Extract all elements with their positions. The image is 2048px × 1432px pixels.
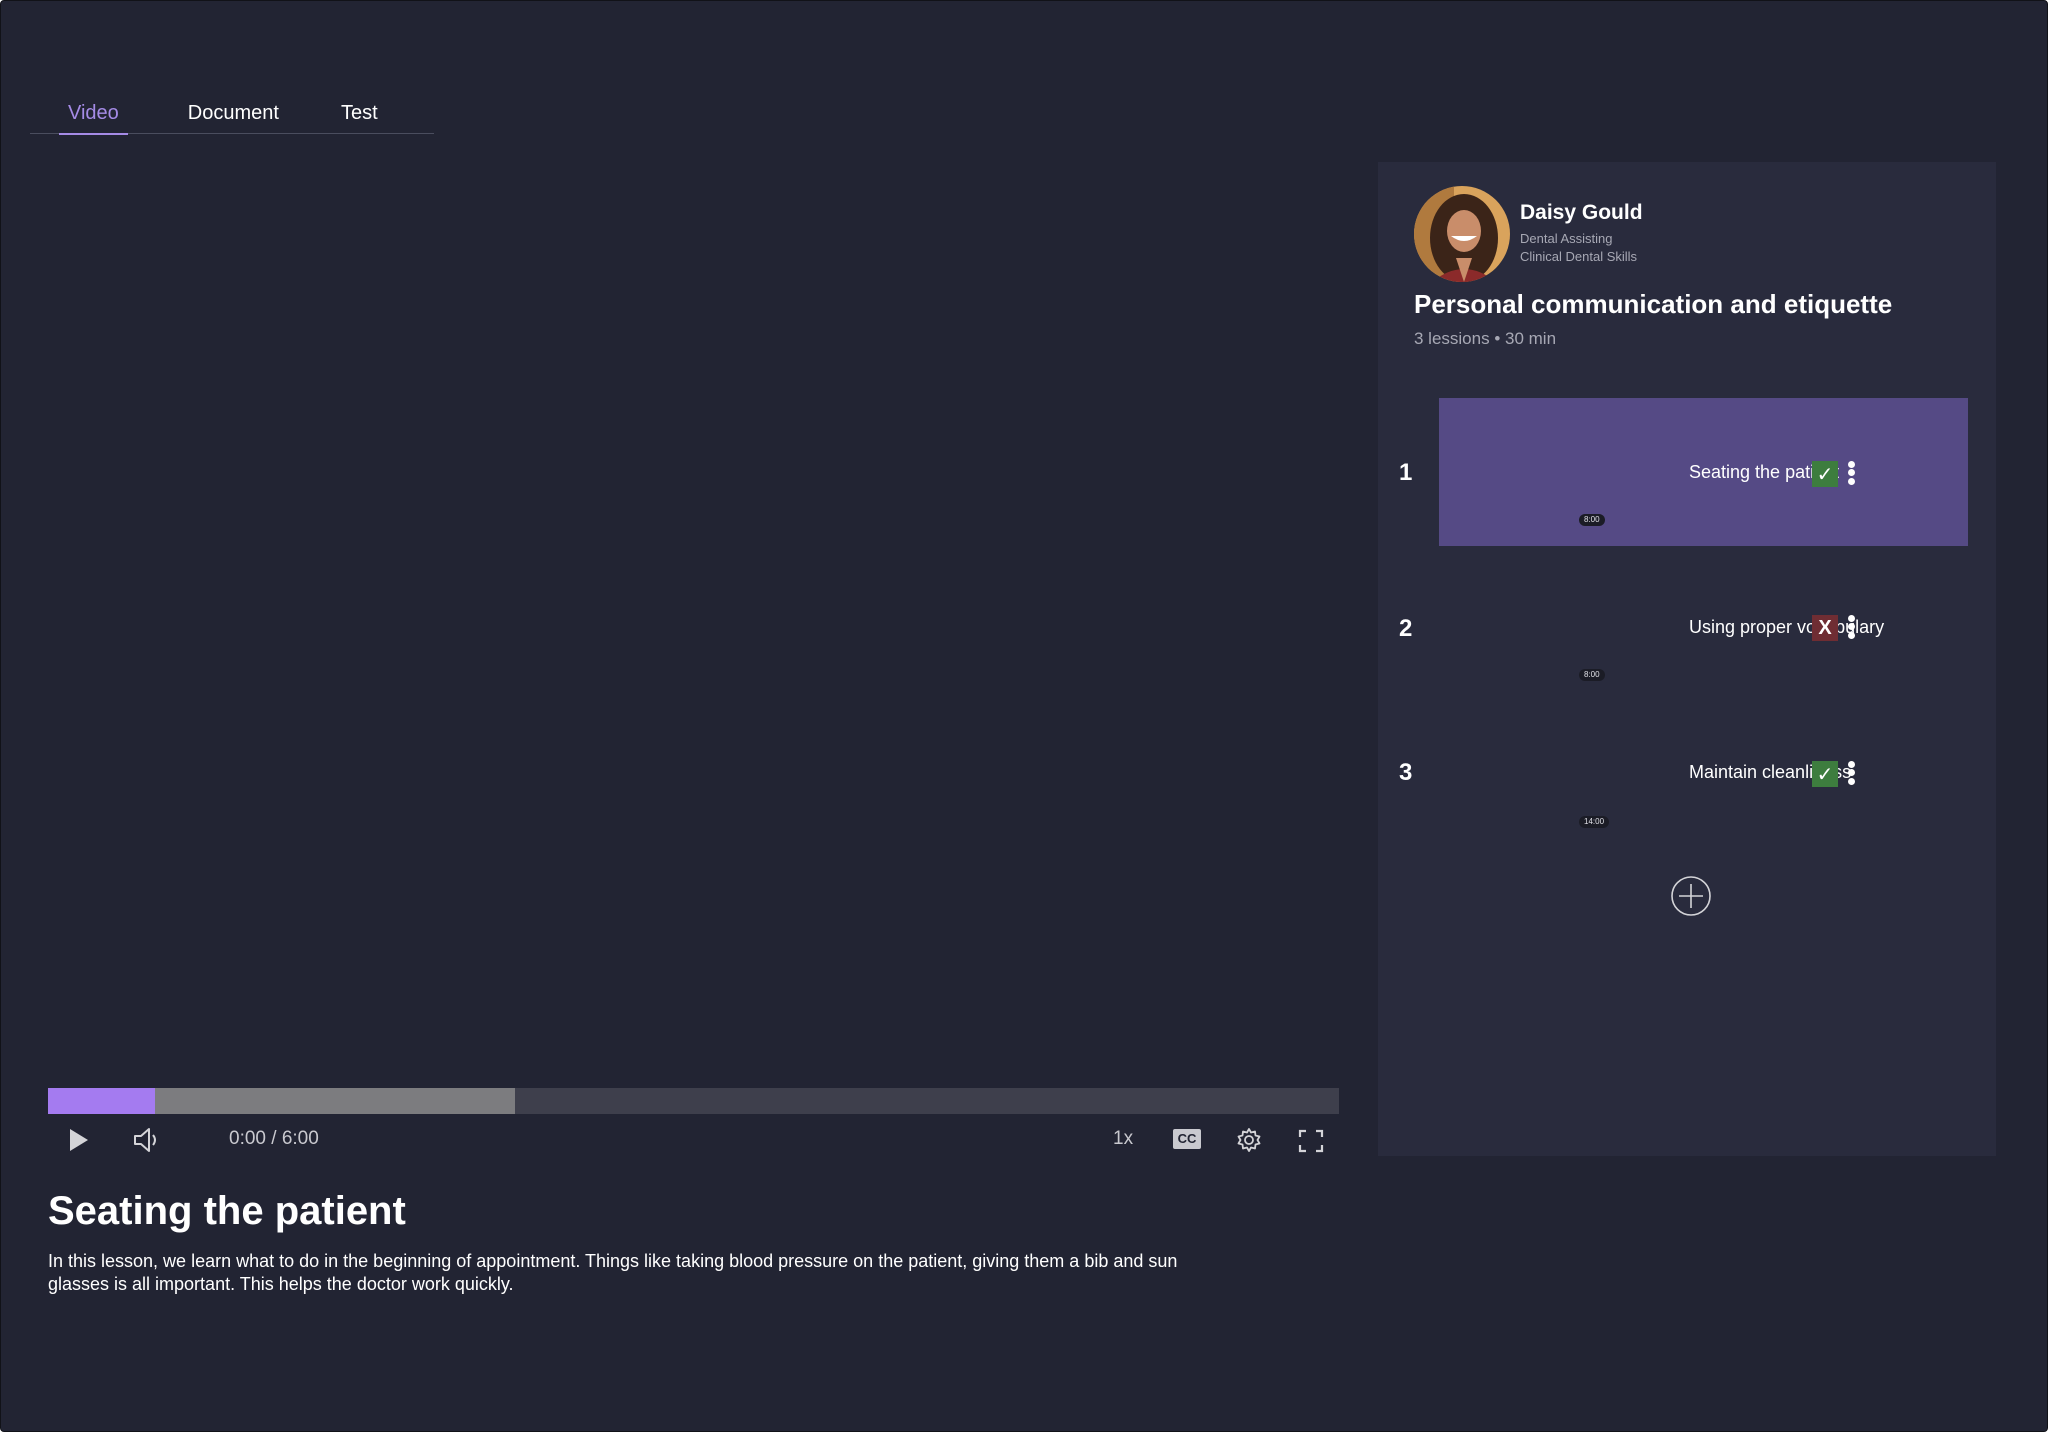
lesson-item-3[interactable]: 3 Maintain cleanliness 14:00 ✓ [1378,698,1996,846]
add-lesson-button[interactable] [1671,876,1711,916]
more-options-icon[interactable] [1844,759,1858,789]
progress-played [48,1088,156,1114]
fullscreen-button[interactable] [1298,1129,1324,1153]
course-panel: Daisy Gould Dental Assisting Clinical De… [1378,162,1996,1156]
volume-button[interactable] [131,1125,161,1155]
more-options-icon[interactable] [1844,459,1858,489]
lesson-duration-badge: 14:00 [1579,816,1610,828]
play-icon [70,1129,88,1151]
tab-video[interactable]: Video [59,100,128,135]
author-program: Dental Assisting [1520,231,1613,246]
avatar [1414,186,1510,282]
play-button[interactable] [67,1127,91,1153]
lesson-duration-badge: 8:00 [1579,669,1605,681]
author-name: Daisy Gould [1520,201,1643,224]
lesson-item-1[interactable]: 1 Seating the patient 8:00 ✓ [1378,398,1996,546]
app-window: Video Document Test 0:00 / 6:00 1x CC Se… [0,0,2048,1432]
lesson-title: Seating the patient [48,1189,406,1233]
lesson-status-badge: ✓ [1812,761,1838,787]
tab-test[interactable]: Test [341,100,378,134]
volume-icon [134,1128,156,1152]
video-progress-bar[interactable] [48,1088,1339,1114]
fullscreen-icon [1298,1129,1324,1153]
course-meta: 3 lessions • 30 min [1414,329,1557,348]
content-tabs: Video Document Test [30,100,434,135]
author-course: Clinical Dental Skills [1520,249,1638,264]
lesson-number: 1 [1399,459,1413,486]
more-options-icon[interactable] [1844,613,1858,643]
gear-icon [1237,1128,1261,1152]
lesson-duration-badge: 8:00 [1579,514,1605,526]
settings-button[interactable] [1236,1127,1262,1153]
lesson-description: In this lesson, we learn what to do in t… [48,1251,1178,1294]
lesson-status-badge: ✓ [1812,461,1838,487]
lesson-number: 3 [1399,759,1413,786]
plus-icon [1671,876,1711,916]
closed-captions-button[interactable]: CC [1173,1129,1201,1149]
playback-speed-button[interactable]: 1x [1113,1128,1133,1150]
lesson-status-badge: X [1812,615,1838,641]
tab-document[interactable]: Document [188,100,279,134]
lesson-item-2[interactable]: 2 Using proper vocabulary 8:00 X [1378,554,1996,702]
course-title: Personal communication and etiquette [1414,289,1893,319]
time-display: 0:00 / 6:00 [229,1128,319,1149]
lesson-number: 2 [1399,615,1413,642]
